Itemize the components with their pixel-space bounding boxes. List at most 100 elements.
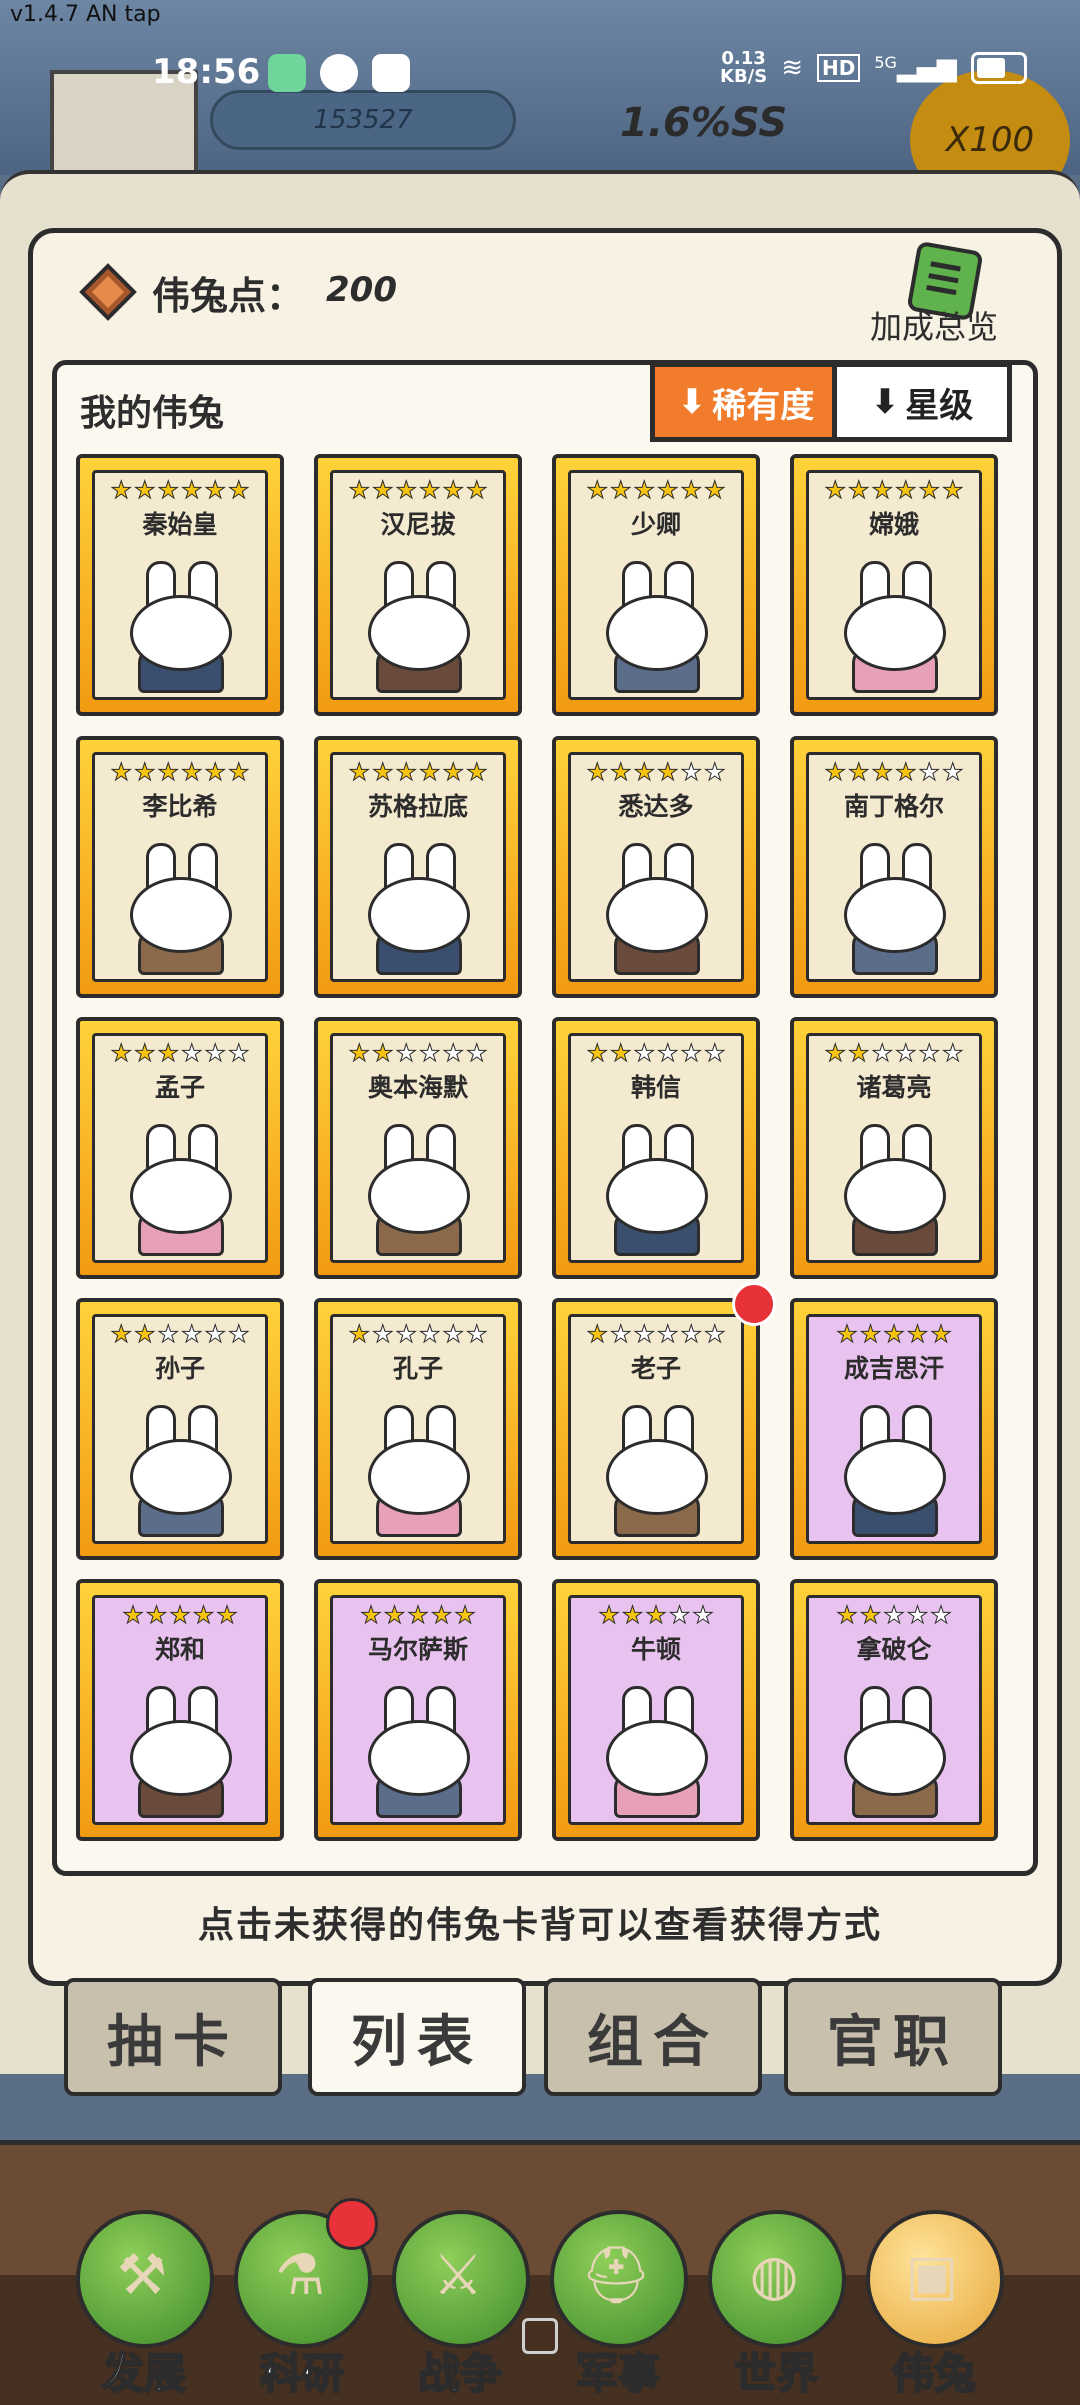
hero-card[interactable]: ★ ★ ★ ★ ★ ★ 少卿 [552, 454, 760, 716]
hero-card[interactable]: ★ ★ ★ ★ ★ ★ 老子 [552, 1298, 760, 1560]
card-face: ★ ★ ★ ★ ★ 牛顿 [568, 1595, 744, 1825]
sort-rarity-button[interactable]: ⬇ 稀有度 [650, 362, 842, 442]
hero-card[interactable]: ★ ★ ★ ★ ★ ★ 孙子 [76, 1298, 284, 1560]
card-name: 嫦娥 [868, 510, 919, 539]
tab-draw[interactable]: 抽卡 [64, 1978, 282, 2096]
arrow-down-icon: ⬇ [870, 382, 900, 422]
tab-combo[interactable]: 组合 [544, 1978, 762, 2096]
tab-rank[interactable]: 官职 [784, 1978, 1002, 2096]
card-name: 秦始皇 [142, 510, 218, 539]
star-icon: ★ [110, 758, 132, 786]
hero-card[interactable]: ★ ★ ★ ★ ★ ★ 李比希 [76, 736, 284, 998]
hero-card[interactable]: ★ ★ ★ ★ ★ ★ 南丁格尔 [790, 736, 998, 998]
card-face: ★ ★ ★ ★ ★ 成吉思汗 [806, 1314, 982, 1544]
star-icon: ★ [110, 1320, 132, 1348]
hero-card[interactable]: ★ ★ ★ ★ ★ ★ 诸葛亮 [790, 1017, 998, 1279]
star-icon: ★ [942, 758, 964, 786]
sort-star-button[interactable]: ⬇ 星级 [832, 362, 1012, 442]
star-icon: ★ [169, 1601, 191, 1629]
hero-card[interactable]: ★ ★ ★ ★ ★ 成吉思汗 [790, 1298, 998, 1560]
hero-card[interactable]: ★ ★ ★ ★ ★ 郑和 [76, 1579, 284, 1841]
star-rating: ★ ★ ★ ★ ★ ★ [813, 476, 975, 504]
card-name: 南丁格尔 [843, 792, 944, 821]
bunny-illustration [834, 843, 954, 975]
star-icon: ★ [824, 1039, 846, 1067]
nav-label: 军事 [575, 2348, 661, 2399]
card-face: ★ ★ ★ ★ ★ ★ 李比希 [92, 752, 268, 982]
star-icon: ★ [204, 476, 227, 504]
hero-card[interactable]: ★ ★ ★ ★ ★ ★ 嫦娥 [790, 454, 998, 716]
hero-card[interactable]: ★ ★ ★ ★ ★ ★ 悉达多 [552, 736, 760, 998]
nav-item[interactable]: ⛑ 军事 [550, 2200, 688, 2399]
hero-card[interactable]: ★ ★ ★ ★ ★ ★ 孔子 [314, 1298, 522, 1560]
bunny-illustration [358, 1124, 478, 1256]
research-notification-badge [326, 2198, 378, 2250]
star-icon: ★ [586, 476, 608, 504]
helmet-icon: ⛑ [580, 2243, 652, 2308]
star-icon: ★ [419, 1320, 441, 1348]
star-rating: ★ ★ ★ ★ ★ ★ [99, 476, 261, 504]
star-icon: ★ [228, 758, 250, 786]
card-face: ★ ★ ★ ★ ★ 郑和 [92, 1595, 268, 1825]
home-gesture-indicator[interactable] [522, 2318, 558, 2354]
star-icon: ★ [371, 758, 394, 786]
star-rating: ★ ★ ★ ★ ★ ★ [337, 476, 499, 504]
star-icon: ★ [204, 1039, 227, 1067]
flask-icon: ⚗ [274, 2243, 326, 2308]
star-rating: ★ ★ ★ ★ ★ ★ [99, 1320, 261, 1348]
star-icon: ★ [680, 476, 703, 504]
star-icon: ★ [181, 476, 203, 504]
hero-card[interactable]: ★ ★ ★ ★ ★ ★ 奥本海默 [314, 1017, 522, 1279]
hero-card[interactable]: ★ ★ ★ ★ ★ ★ 秦始皇 [76, 454, 284, 716]
star-rating: ★ ★ ★ ★ ★ ★ [337, 1320, 499, 1348]
hd-icon: HD [817, 54, 861, 82]
star-rating: ★ ★ ★ ★ ★ [337, 1601, 499, 1629]
card-face: ★ ★ ★ ★ ★ ★ 嫦娥 [806, 470, 982, 700]
star-rating: ★ ★ ★ ★ ★ [813, 1320, 975, 1348]
tab-list[interactable]: 列表 [308, 1978, 526, 2096]
star-icon: ★ [133, 1320, 156, 1348]
star-icon: ★ [454, 1601, 476, 1629]
star-icon: ★ [598, 1601, 620, 1629]
star-rating: ★ ★ ★ ★ ★ ★ [813, 1039, 975, 1067]
hero-card[interactable]: ★ ★ ★ ★ ★ 牛顿 [552, 1579, 760, 1841]
star-icon: ★ [657, 1039, 679, 1067]
status-bar: 18:56 0.13 KB/S ≋ HD 5G▂▄▆ [0, 40, 1080, 100]
hero-card[interactable]: ★ ★ ★ ★ ★ 马尔萨斯 [314, 1579, 522, 1841]
star-icon: ★ [442, 476, 465, 504]
star-icon: ★ [824, 476, 846, 504]
star-icon: ★ [419, 476, 441, 504]
star-icon: ★ [228, 476, 250, 504]
star-icon: ★ [633, 758, 655, 786]
nav-label: 世界 [733, 2348, 819, 2399]
star-icon: ★ [930, 1601, 952, 1629]
nav-item[interactable]: ⚒ 发展 [76, 2200, 214, 2399]
star-icon: ★ [442, 1039, 465, 1067]
battery-icon [970, 52, 1027, 84]
hero-card[interactable]: ★ ★ ★ ★ ★ ★ 韩信 [552, 1017, 760, 1279]
star-icon: ★ [442, 758, 465, 786]
star-icon: ★ [228, 1039, 250, 1067]
hero-card[interactable]: ★ ★ ★ ★ ★ ★ 汉尼拔 [314, 454, 522, 716]
star-icon: ★ [145, 1601, 168, 1629]
bunny-illustration [358, 1686, 478, 1818]
notification-icons [268, 54, 410, 92]
star-icon: ★ [906, 1320, 929, 1348]
nav-item[interactable]: ⚔ 战争 [392, 2200, 530, 2399]
star-icon: ★ [836, 1601, 858, 1629]
hero-card[interactable]: ★ ★ ★ ★ ★ 拿破仑 [790, 1579, 998, 1841]
card-name: 郑和 [154, 1635, 205, 1664]
nav-item[interactable]: ◍ 世界 [708, 2200, 846, 2399]
hero-card[interactable]: ★ ★ ★ ★ ★ ★ 孟子 [76, 1017, 284, 1279]
card-face: ★ ★ ★ ★ ★ ★ 老子 [568, 1314, 744, 1544]
star-icon: ★ [680, 1320, 703, 1348]
star-icon: ★ [871, 476, 893, 504]
star-icon: ★ [633, 476, 655, 504]
hero-card[interactable]: ★ ★ ★ ★ ★ ★ 苏格拉底 [314, 736, 522, 998]
star-icon: ★ [348, 758, 370, 786]
star-icon: ★ [360, 1601, 382, 1629]
points-value: 200 [326, 270, 397, 310]
nav-item[interactable]: ▣ 伟兔 [866, 2200, 1004, 2399]
bunny-illustration [834, 1124, 954, 1256]
bonus-overview-button[interactable]: 加成总览 [870, 302, 998, 348]
